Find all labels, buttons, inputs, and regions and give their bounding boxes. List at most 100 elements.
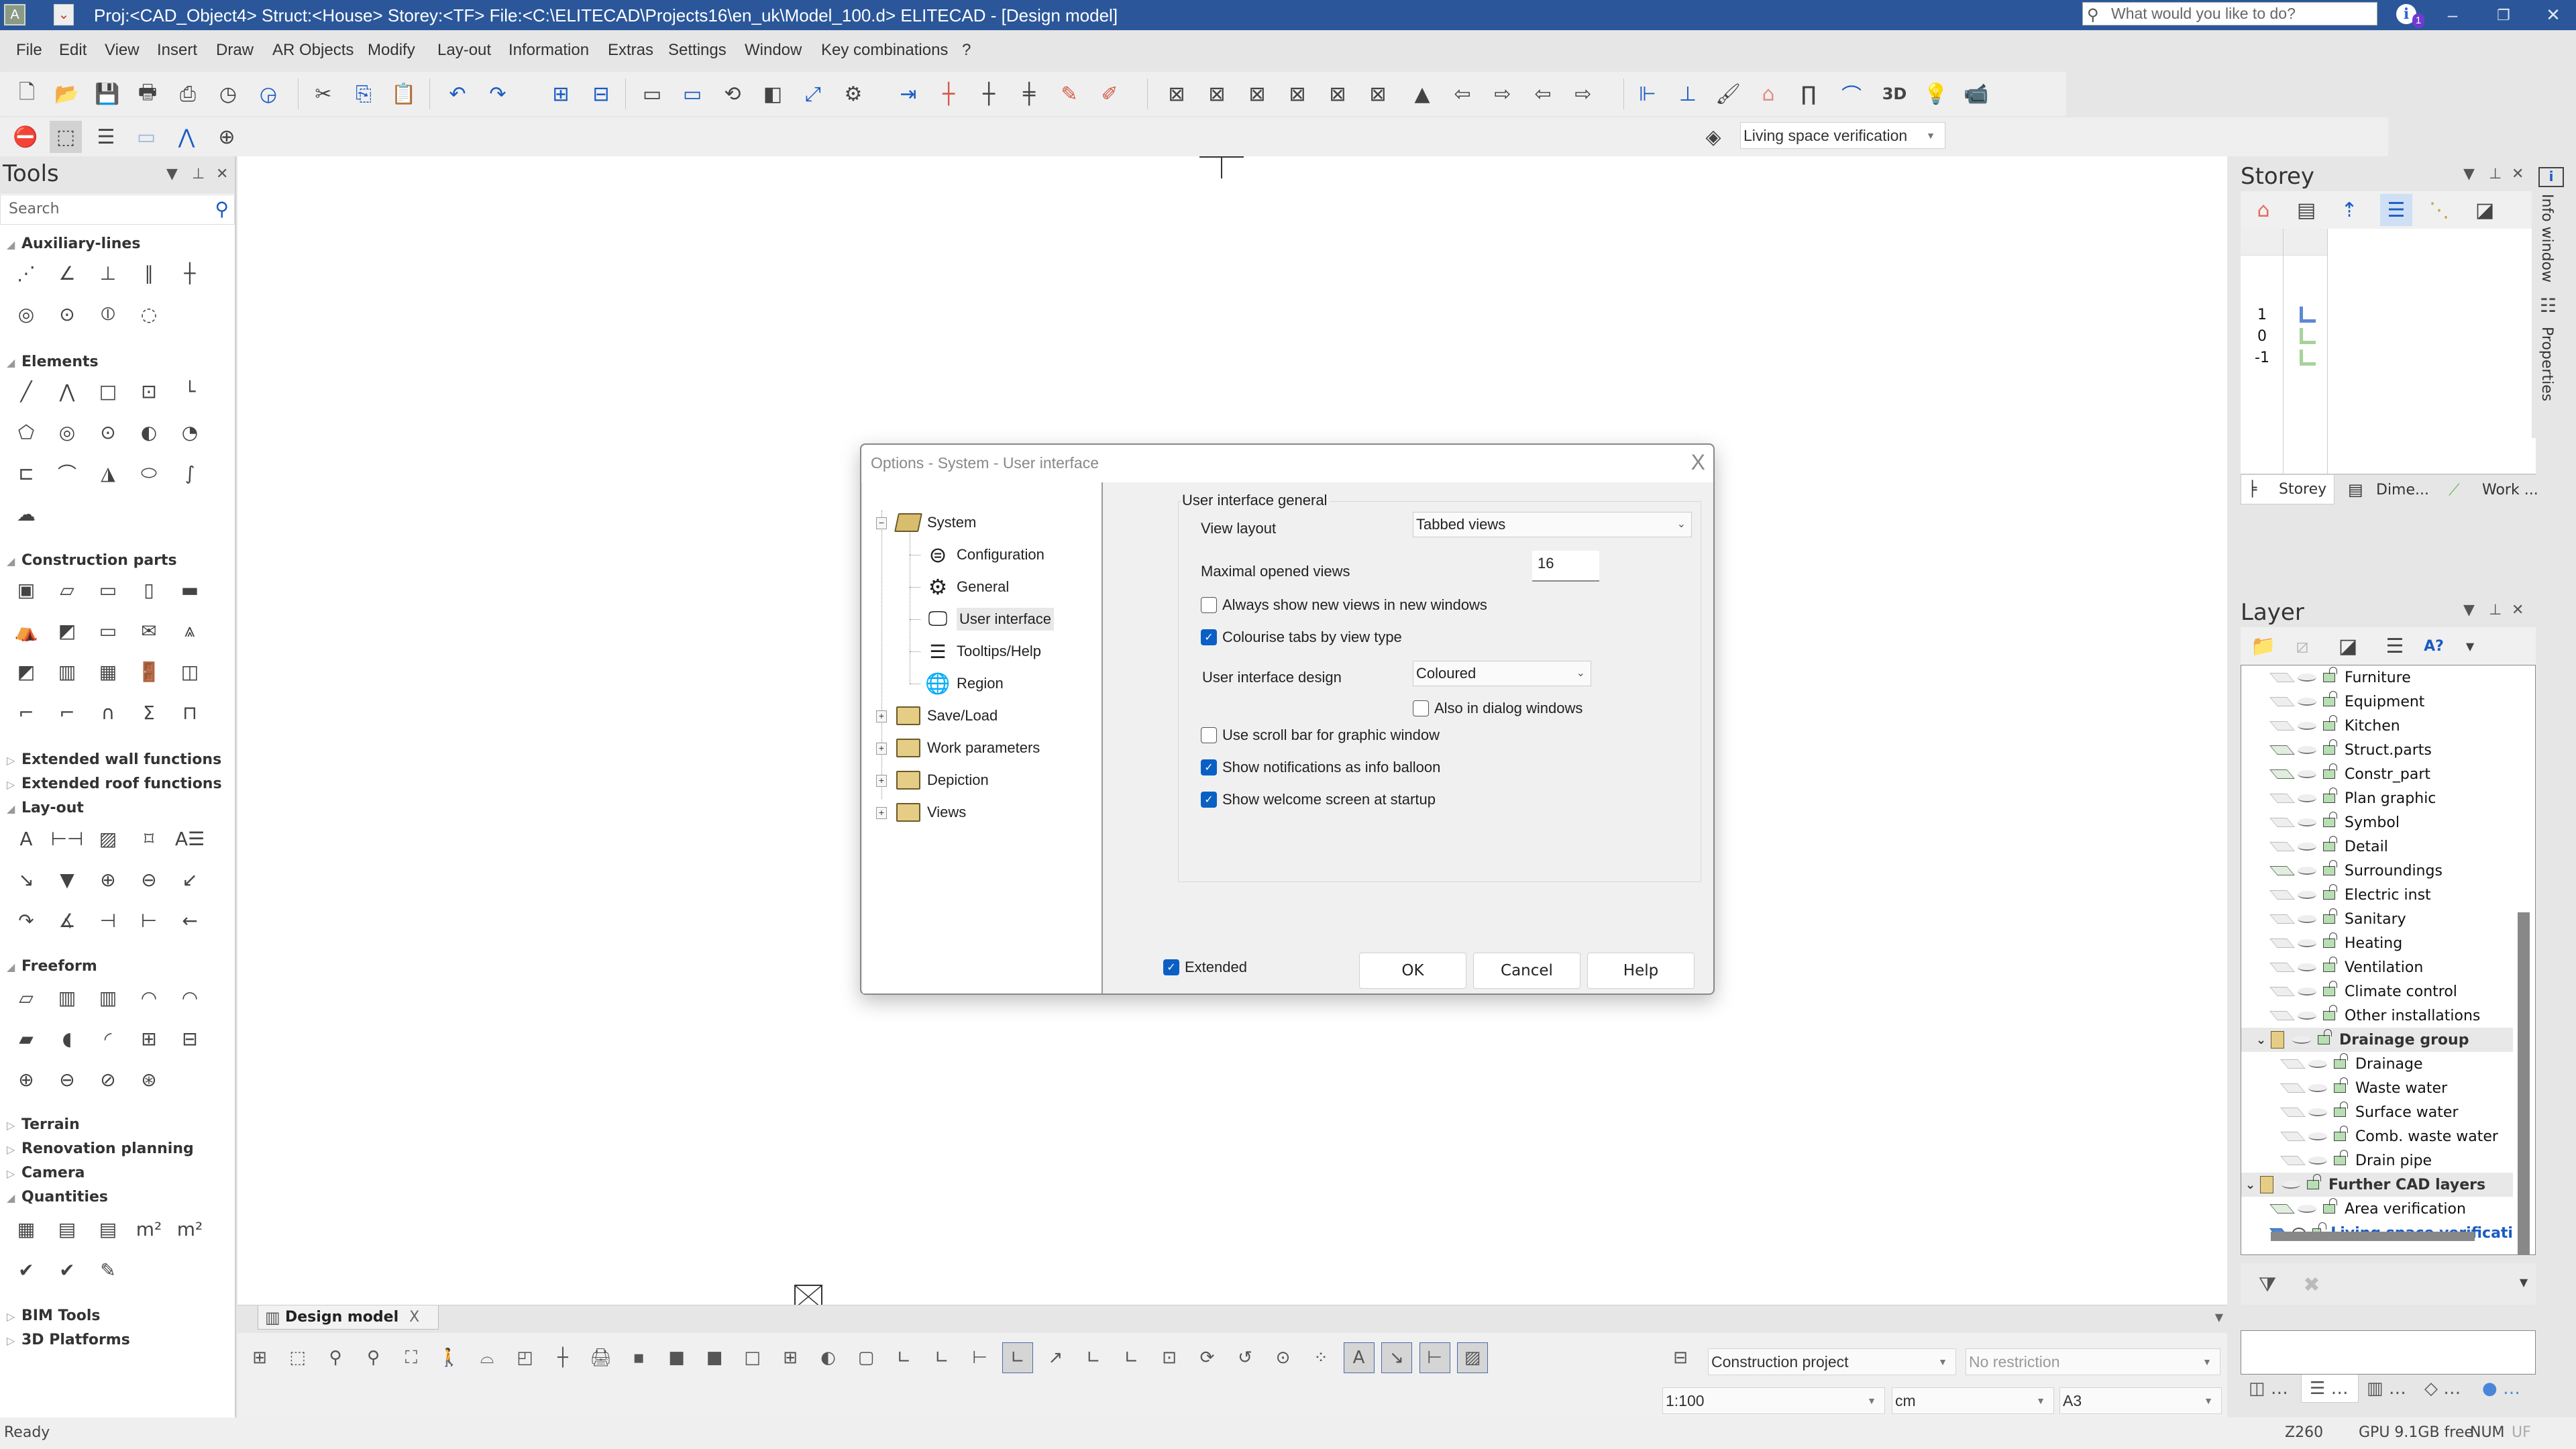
select-icon[interactable]: ⬚ xyxy=(50,121,82,153)
layer-plane-icon[interactable] xyxy=(2280,1156,2306,1165)
chimney-tool-icon[interactable]: ◩ xyxy=(9,655,43,688)
select-settings-icon[interactable]: ⊕ xyxy=(211,121,243,153)
layer-plane-icon[interactable] xyxy=(2269,673,2295,682)
cut-icon[interactable]: ✂ xyxy=(307,78,339,110)
unlocked-icon[interactable] xyxy=(2323,812,2337,827)
unlocked-icon[interactable] xyxy=(2334,1077,2348,1093)
aux-parallel-tool-icon[interactable]: ∥ xyxy=(132,257,166,289)
qty-book-tool-icon[interactable]: ▤ xyxy=(91,1213,125,1245)
section-plane-icon[interactable]: ⊢ xyxy=(965,1342,996,1373)
axes-icon[interactable]: ∟ xyxy=(889,1342,920,1373)
expand-work-parameters-button[interactable]: + xyxy=(876,743,887,755)
section3-tool-icon[interactable]: ⊛ xyxy=(132,1063,166,1095)
split-icon[interactable]: ╪ xyxy=(1013,78,1045,110)
storey-settings-icon[interactable]: ⊩ xyxy=(1631,78,1664,110)
qty-list-tool-icon[interactable]: ▤ xyxy=(50,1213,84,1245)
transform-icon[interactable]: ⚙ xyxy=(837,78,869,110)
boolean-tool-icon[interactable]: ⊞ xyxy=(132,1022,166,1055)
section2-tool-icon[interactable]: ⊘ xyxy=(91,1063,125,1095)
layer-plane-icon[interactable] xyxy=(2269,818,2295,827)
unlocked-icon[interactable] xyxy=(2323,667,2337,682)
panel-close-icon[interactable]: ✕ xyxy=(216,166,228,182)
zoom-in-icon[interactable]: ⊞ xyxy=(545,78,577,110)
dimension-tool-icon[interactable]: ⊢⊣ xyxy=(50,822,84,855)
cancel-button[interactable]: Cancel xyxy=(1473,953,1580,989)
visibility-eye-icon[interactable] xyxy=(2298,698,2316,706)
room-sum-tool-icon[interactable]: Σ xyxy=(132,696,166,729)
menu-key-combinations[interactable]: Key combinations xyxy=(821,41,948,60)
visibility-eye-icon[interactable] xyxy=(2298,1205,2316,1213)
room-check-tool-icon[interactable]: ✔ xyxy=(50,1254,84,1286)
scale-icon[interactable]: ⤢ xyxy=(797,78,829,110)
scroll-bar-checkbox[interactable]: Use scroll bar for graphic window xyxy=(1201,727,1440,744)
viewport-icon[interactable]: ▪ xyxy=(623,1342,654,1373)
paint-icon[interactable]: 🖌 xyxy=(1712,78,1744,110)
hidden-line-icon[interactable]: ⊞ xyxy=(775,1342,806,1373)
layer-row[interactable]: Area verification xyxy=(2241,1197,2513,1221)
menu-extras[interactable]: Extras xyxy=(608,41,653,60)
pin-icon[interactable]: ⊥ xyxy=(2489,166,2502,182)
layer-row[interactable]: Drain pipe xyxy=(2241,1148,2513,1173)
walk-icon[interactable]: 🚶 xyxy=(434,1342,465,1373)
layer-row[interactable]: Heating xyxy=(2241,931,2513,955)
layer-row[interactable]: Comb. waste water xyxy=(2241,1124,2513,1148)
area-m2-tool-icon[interactable]: m² xyxy=(132,1213,166,1245)
aux-circle-arc-tool-icon[interactable]: ◌ xyxy=(132,298,166,330)
save-icon[interactable]: 💾 xyxy=(91,78,123,110)
layer-group-row[interactable]: ⌄ Drainage group xyxy=(2241,1028,2513,1052)
storey-icon[interactable] xyxy=(2300,350,2316,366)
help-button[interactable]: Help xyxy=(1587,953,1695,989)
layer-row[interactable]: Surface water xyxy=(2241,1100,2513,1124)
new-file-icon[interactable]: 🗋 xyxy=(11,78,43,110)
level-tool-icon[interactable]: ▼ xyxy=(50,863,84,896)
pin-icon[interactable]: ⊥ xyxy=(2489,602,2502,619)
unlocked-icon[interactable] xyxy=(2323,957,2337,972)
tab-layout-panel[interactable]: ◫ … xyxy=(2241,1375,2301,1403)
offset-tool-icon[interactable]: ⊏ xyxy=(9,457,43,489)
unlocked-icon[interactable] xyxy=(2323,1005,2337,1020)
sweep-tool-icon[interactable]: ▰ xyxy=(9,1022,43,1055)
level-3d-tool-icon[interactable]: ⊕ xyxy=(91,863,125,896)
wireframe-icon[interactable]: □ xyxy=(737,1342,768,1373)
visibility-eye-icon[interactable] xyxy=(2298,867,2316,875)
list-view-icon[interactable]: ☰ xyxy=(2380,194,2412,226)
visibility-eye-icon[interactable] xyxy=(2298,674,2316,682)
scale-select[interactable]: 1:100 ▼ xyxy=(1662,1387,1885,1414)
beam-tool-icon[interactable]: ▬ xyxy=(173,574,207,606)
lighting-icon[interactable]: ◐ xyxy=(813,1342,844,1373)
coordinate-arrow-icon[interactable]: ↗ xyxy=(1040,1342,1071,1373)
expand-depiction-button[interactable]: + xyxy=(876,775,887,787)
unit-select[interactable]: cm ▼ xyxy=(1892,1387,2054,1414)
wall-tool-icon[interactable]: ▣ xyxy=(9,574,43,606)
radius-tool-icon[interactable]: ↙ xyxy=(173,863,207,896)
panel-menu-icon[interactable]: ▼ xyxy=(166,166,178,182)
category-construction-parts[interactable]: ◢ Construction parts xyxy=(7,552,177,569)
depiction-icon[interactable]: ◪ xyxy=(2332,630,2364,662)
layer-row[interactable]: Kitchen xyxy=(2241,714,2513,738)
menu-window[interactable]: Window xyxy=(745,41,802,60)
storey-icon[interactable] xyxy=(2300,328,2316,344)
arc-angle-tool-icon[interactable]: ◮ xyxy=(91,457,125,489)
visibility-eye-icon[interactable] xyxy=(2298,818,2316,826)
arc-dim-tool-icon[interactable]: ↷ xyxy=(9,904,43,936)
rectangle-tool-icon[interactable]: □ xyxy=(91,375,125,407)
print-preview-icon[interactable]: ⎙ xyxy=(172,78,204,110)
properties-icon[interactable]: ☷ xyxy=(2540,294,2557,317)
tree-node-work-parameters[interactable]: Work parameters xyxy=(895,736,1040,760)
unlocked-icon[interactable] xyxy=(2323,860,2337,875)
tree-node-region[interactable]: 🌐 Region xyxy=(924,672,1003,696)
ellipse-tool-icon[interactable]: ⬭ xyxy=(132,457,166,489)
unlocked-icon[interactable] xyxy=(2323,763,2337,779)
unlocked-icon[interactable] xyxy=(2323,715,2337,731)
layer-row[interactable]: Plan graphic xyxy=(2241,786,2513,810)
tree-node-general[interactable]: ⚙ General xyxy=(924,575,1010,599)
new-layer-group-icon[interactable]: 📁 xyxy=(2247,630,2279,662)
layer-plane-icon[interactable] xyxy=(2280,1083,2306,1093)
shadows-icon[interactable]: ▢ xyxy=(851,1342,881,1373)
open-folder-icon[interactable]: 📂 xyxy=(51,78,83,110)
section-tool-icon[interactable]: ⊖ xyxy=(50,1063,84,1095)
zoom-settings-icon[interactable]: ⊞ xyxy=(244,1342,275,1373)
boolean2-tool-icon[interactable]: ⊟ xyxy=(173,1022,207,1055)
coordinate-swap-icon[interactable]: ∟ xyxy=(1116,1342,1147,1373)
tab-design-model[interactable]: ▥ Design model X xyxy=(258,1305,439,1330)
